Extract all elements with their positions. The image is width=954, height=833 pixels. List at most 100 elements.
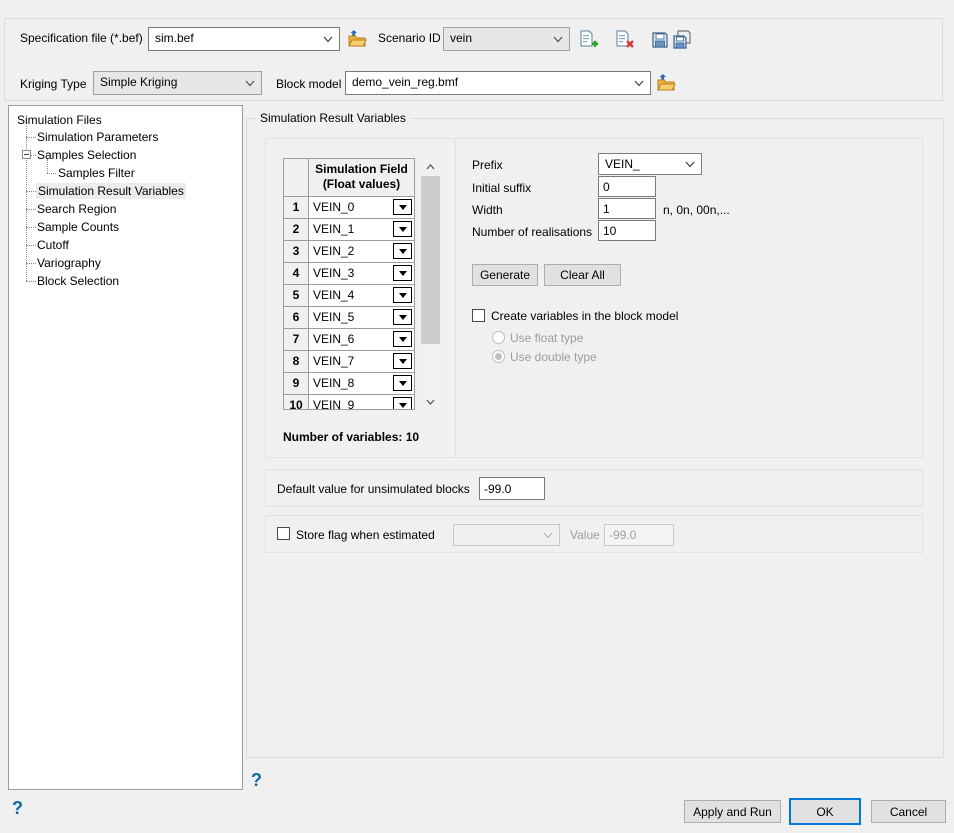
field-dropdown-button[interactable] bbox=[393, 265, 412, 281]
generate-button[interactable]: Generate bbox=[472, 264, 538, 286]
navigation-tree: Simulation Files Simulation Parameters S… bbox=[8, 105, 243, 790]
scrollbar-thumb[interactable] bbox=[421, 176, 440, 344]
chevron-down-icon bbox=[323, 36, 333, 43]
simulation-dialog: Specification file (*.bef) sim.bef Scena… bbox=[0, 0, 954, 833]
field-dropdown-button[interactable] bbox=[393, 353, 412, 369]
field-dropdown-button[interactable] bbox=[393, 221, 412, 237]
tree-connector-line bbox=[47, 173, 56, 174]
cancel-button[interactable]: Cancel bbox=[871, 800, 946, 823]
tree-connector-line bbox=[26, 209, 36, 210]
ok-button[interactable]: OK bbox=[789, 798, 861, 825]
tree-item-search-region[interactable]: Search Region bbox=[37, 201, 116, 217]
tree-connector-line bbox=[26, 263, 36, 264]
apply-and-run-button[interactable]: Apply and Run bbox=[684, 800, 781, 823]
field-cell[interactable]: VEIN_4 bbox=[309, 285, 414, 307]
tree-collapse-toggle[interactable] bbox=[22, 150, 31, 159]
chevron-up-icon bbox=[426, 164, 435, 170]
scrollbar-down-button[interactable] bbox=[421, 393, 440, 410]
realisations-input[interactable] bbox=[598, 220, 656, 241]
new-scenario-button[interactable] bbox=[578, 30, 598, 50]
field-dropdown-button[interactable] bbox=[393, 331, 412, 347]
field-dropdown-button[interactable] bbox=[393, 397, 412, 410]
store-flag-checkbox[interactable] bbox=[277, 527, 290, 540]
tree-root-simulation-files[interactable]: Simulation Files bbox=[17, 112, 102, 128]
simulation-field-table: Simulation Field (Float values) 1 VEIN_0… bbox=[283, 158, 415, 410]
field-cell[interactable]: VEIN_6 bbox=[309, 329, 414, 351]
width-input[interactable] bbox=[598, 198, 656, 219]
panel-divider bbox=[455, 138, 456, 458]
field-cell[interactable]: VEIN_2 bbox=[309, 241, 414, 263]
table-column-header: Simulation Field (Float values) bbox=[309, 159, 414, 197]
tree-item-cutoff[interactable]: Cutoff bbox=[37, 237, 69, 253]
table-row: 3 VEIN_2 bbox=[284, 241, 414, 263]
table-row: 4 VEIN_3 bbox=[284, 263, 414, 285]
browse-spec-file-button[interactable] bbox=[347, 29, 367, 49]
tree-item-variography[interactable]: Variography bbox=[37, 255, 101, 271]
table-row: 10 VEIN_9 bbox=[284, 395, 414, 410]
initial-suffix-input[interactable] bbox=[598, 176, 656, 197]
block-model-value: demo_vein_reg.bmf bbox=[352, 75, 458, 89]
group-help-button[interactable]: ? bbox=[251, 771, 262, 789]
field-dropdown-button[interactable] bbox=[393, 287, 412, 303]
scrollbar-up-button[interactable] bbox=[421, 158, 440, 175]
tree-connector-line bbox=[31, 155, 36, 156]
tree-item-simulation-result-variables[interactable]: Simulation Result Variables bbox=[36, 183, 186, 199]
field-cell[interactable]: VEIN_0 bbox=[309, 197, 414, 219]
field-cell[interactable]: VEIN_7 bbox=[309, 351, 414, 373]
spec-file-value: sim.bef bbox=[155, 31, 194, 45]
create-variables-label: Create variables in the block model bbox=[491, 309, 678, 324]
dialog-help-button[interactable]: ? bbox=[12, 799, 23, 817]
field-dropdown-button[interactable] bbox=[393, 243, 412, 259]
table-row: 7 VEIN_6 bbox=[284, 329, 414, 351]
table-row: 2 VEIN_1 bbox=[284, 219, 414, 241]
tree-item-samples-selection[interactable]: Samples Selection bbox=[37, 147, 136, 163]
scenario-id-value: vein bbox=[450, 31, 472, 45]
save-icon bbox=[650, 38, 670, 53]
chevron-down-icon bbox=[634, 80, 644, 87]
tree-item-block-selection[interactable]: Block Selection bbox=[37, 273, 119, 289]
chevron-down-icon bbox=[245, 80, 255, 87]
block-model-combobox[interactable]: demo_vein_reg.bmf bbox=[345, 71, 651, 95]
field-cell[interactable]: VEIN_9 bbox=[309, 395, 414, 410]
browse-block-model-button[interactable] bbox=[656, 73, 676, 93]
kriging-type-combobox[interactable]: Simple Kriging bbox=[93, 71, 262, 95]
store-flag-value-label: Value bbox=[570, 528, 600, 543]
tree-item-samples-filter[interactable]: Samples Filter bbox=[58, 165, 135, 181]
table-row: 6 VEIN_5 bbox=[284, 307, 414, 329]
save-scenario-button[interactable] bbox=[650, 30, 670, 50]
prefix-combobox[interactable]: VEIN_ bbox=[598, 153, 702, 175]
kriging-type-label: Kriging Type bbox=[20, 77, 87, 92]
width-label: Width bbox=[472, 203, 503, 218]
table-row: 8 VEIN_7 bbox=[284, 351, 414, 373]
field-cell[interactable]: VEIN_8 bbox=[309, 373, 414, 395]
field-cell[interactable]: VEIN_1 bbox=[309, 219, 414, 241]
number-of-variables-label: Number of variables: 10 bbox=[283, 430, 419, 445]
create-variables-checkbox[interactable] bbox=[472, 309, 485, 322]
block-model-label: Block model bbox=[276, 77, 341, 92]
spec-file-combobox[interactable]: sim.bef bbox=[148, 27, 340, 51]
tree-item-simulation-parameters[interactable]: Simulation Parameters bbox=[37, 129, 158, 145]
clear-all-button[interactable]: Clear All bbox=[544, 264, 621, 286]
kriging-type-value: Simple Kriging bbox=[100, 75, 177, 89]
field-cell[interactable]: VEIN_3 bbox=[309, 263, 414, 285]
tree-connector-line bbox=[26, 245, 36, 246]
table-row: 5 VEIN_4 bbox=[284, 285, 414, 307]
initial-suffix-label: Initial suffix bbox=[472, 181, 531, 196]
default-value-input[interactable] bbox=[479, 477, 545, 500]
field-cell[interactable]: VEIN_5 bbox=[309, 307, 414, 329]
delete-scenario-button[interactable] bbox=[614, 30, 634, 50]
save-as-icon bbox=[672, 38, 692, 53]
new-scenario-icon bbox=[578, 38, 598, 53]
save-scenario-as-button[interactable] bbox=[672, 30, 692, 50]
field-dropdown-button[interactable] bbox=[393, 199, 412, 215]
field-dropdown-button[interactable] bbox=[393, 309, 412, 325]
realisations-label: Number of realisations bbox=[472, 225, 592, 240]
table-scrollbar[interactable] bbox=[421, 158, 440, 410]
table-row: 1 VEIN_0 bbox=[284, 197, 414, 219]
default-value-label: Default value for unsimulated blocks bbox=[277, 482, 470, 497]
field-dropdown-button[interactable] bbox=[393, 375, 412, 391]
tree-item-sample-counts[interactable]: Sample Counts bbox=[37, 219, 119, 235]
tree-connector-line bbox=[26, 227, 36, 228]
tree-connector-line bbox=[26, 191, 36, 192]
scenario-id-combobox[interactable]: vein bbox=[443, 27, 570, 51]
